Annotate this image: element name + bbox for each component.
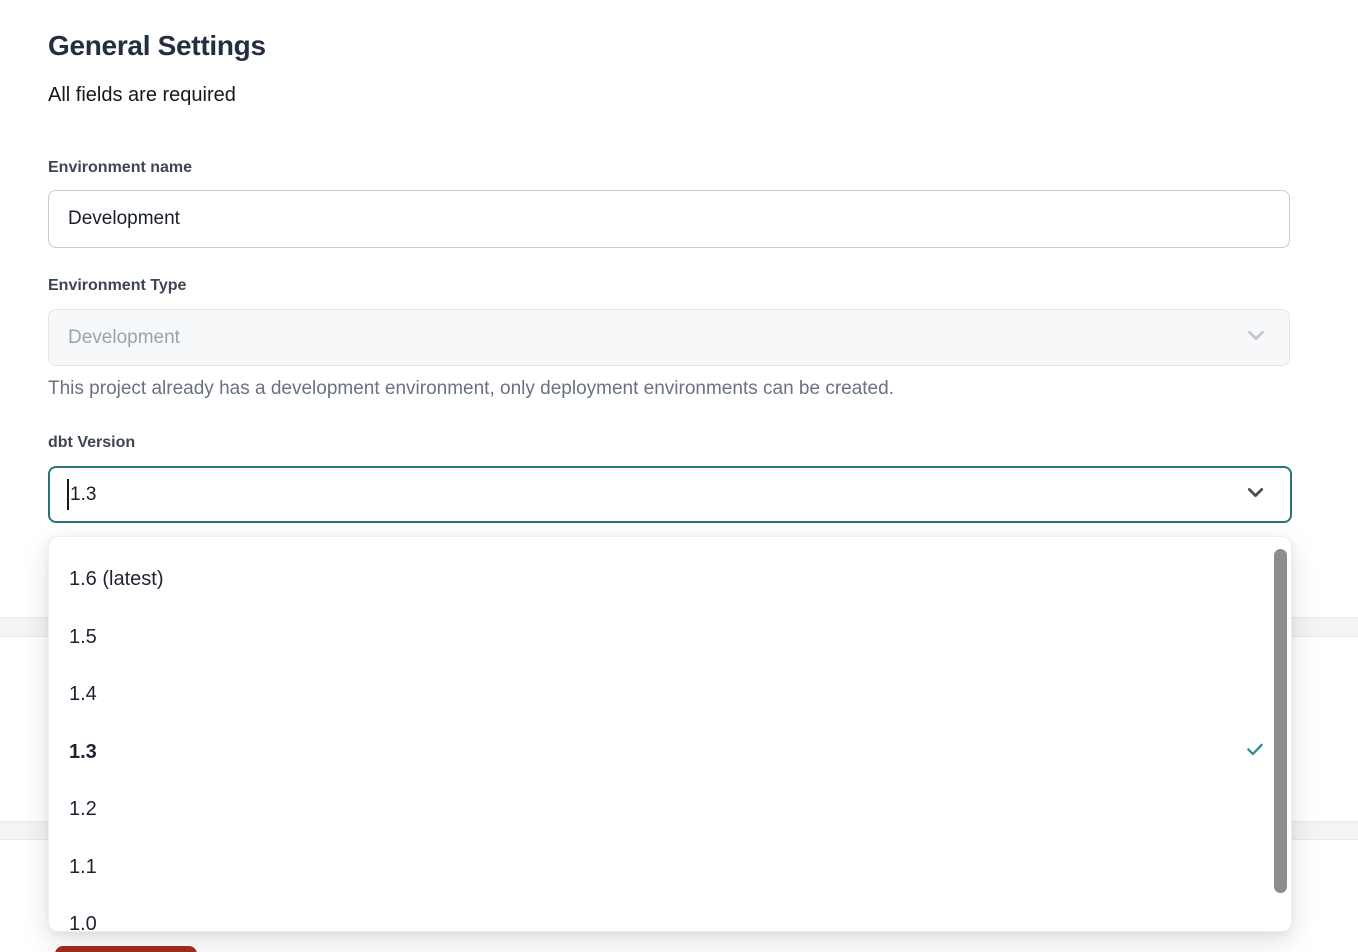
environment-type-value: Development bbox=[68, 327, 180, 349]
environment-type-helper: This project already has a development e… bbox=[48, 378, 894, 400]
option-label: 1.5 bbox=[69, 626, 97, 649]
text-cursor bbox=[67, 479, 69, 510]
chevron-down-icon bbox=[1243, 322, 1269, 353]
page-title: General Settings bbox=[48, 30, 266, 62]
dropdown-scrollbar[interactable] bbox=[1274, 549, 1287, 893]
option-label: 1.1 bbox=[69, 856, 97, 879]
dropdown-option-1-3[interactable]: 1.3 bbox=[49, 724, 1291, 782]
dbt-version-value: 1.3 bbox=[70, 484, 96, 506]
dbt-version-dropdown-list: 1.6 (latest) 1.5 1.4 1.3 1.2 1.1 1.0 bbox=[48, 536, 1292, 932]
dropdown-option-1-5[interactable]: 1.5 bbox=[49, 609, 1291, 667]
environment-type-label: Environment Type bbox=[48, 277, 186, 295]
dropdown-option-1-4[interactable]: 1.4 bbox=[49, 666, 1291, 724]
chevron-down-icon bbox=[1243, 480, 1268, 510]
option-label: 1.4 bbox=[69, 683, 97, 706]
check-icon bbox=[1245, 739, 1265, 765]
option-label: 1.2 bbox=[69, 798, 97, 821]
dropdown-option-1-2[interactable]: 1.2 bbox=[49, 781, 1291, 839]
dbt-version-label: dbt Version bbox=[48, 434, 135, 452]
environment-name-label: Environment name bbox=[48, 159, 192, 177]
environment-type-select[interactable]: Development bbox=[48, 309, 1290, 366]
delete-button[interactable] bbox=[55, 946, 197, 952]
dropdown-option-1-0[interactable]: 1.0 bbox=[49, 896, 1291, 932]
dbt-version-combobox[interactable]: 1.3 bbox=[48, 466, 1292, 523]
option-label: 1.6 (latest) bbox=[69, 568, 163, 591]
environment-name-input[interactable] bbox=[48, 190, 1290, 248]
option-label: 1.3 bbox=[69, 741, 97, 764]
page-subtitle: All fields are required bbox=[48, 84, 236, 107]
option-label: 1.0 bbox=[69, 913, 97, 932]
dropdown-option-1-6[interactable]: 1.6 (latest) bbox=[49, 551, 1291, 609]
general-settings-page: General Settings All fields are required… bbox=[0, 0, 1358, 952]
dropdown-option-1-1[interactable]: 1.1 bbox=[49, 839, 1291, 897]
